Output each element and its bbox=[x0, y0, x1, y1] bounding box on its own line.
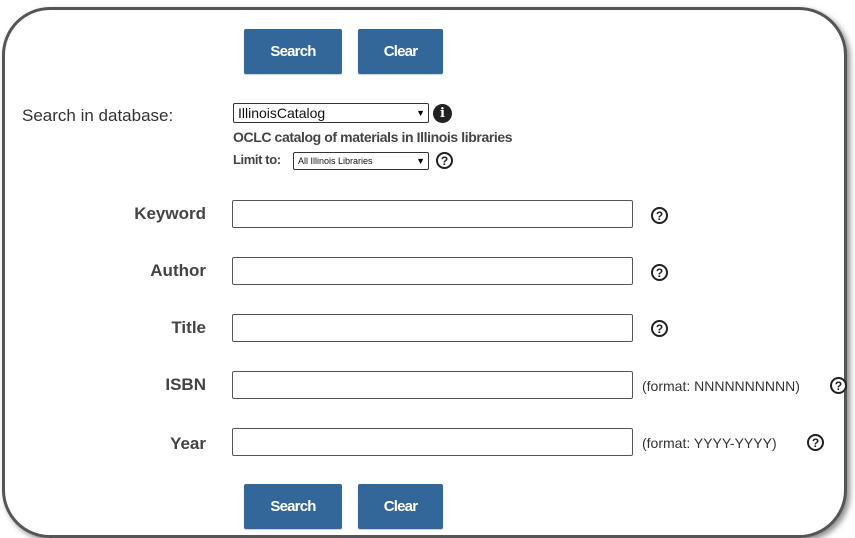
year-input[interactable] bbox=[232, 428, 633, 456]
title-input[interactable] bbox=[232, 314, 633, 342]
title-label: Title bbox=[171, 318, 206, 337]
clear-button-bottom[interactable]: Clear bbox=[358, 484, 443, 529]
keyword-input[interactable] bbox=[232, 200, 633, 228]
limit-label: Limit to: bbox=[233, 152, 281, 167]
isbn-label: ISBN bbox=[165, 375, 206, 394]
clear-button-top[interactable]: Clear bbox=[358, 29, 443, 74]
database-label: Search in database: bbox=[22, 106, 174, 125]
year-label: Year bbox=[170, 434, 206, 453]
search-button-bottom[interactable]: Search bbox=[244, 484, 342, 529]
limit-select-value: All Illinois Libraries bbox=[298, 156, 373, 166]
database-select-value: IllinoisCatalog bbox=[238, 105, 326, 121]
help-icon-year[interactable]: ? bbox=[807, 434, 824, 451]
keyword-label: Keyword bbox=[134, 204, 206, 223]
chevron-down-icon: ▼ bbox=[416, 156, 425, 166]
help-icon-isbn[interactable]: ? bbox=[830, 377, 847, 394]
author-label: Author bbox=[150, 261, 206, 280]
limit-select[interactable]: All Illinois Libraries ▼ bbox=[293, 152, 429, 170]
help-icon-author[interactable]: ? bbox=[651, 264, 668, 281]
database-description: OCLC catalog of materials in Illinois li… bbox=[233, 129, 513, 145]
year-format-hint: (format: YYYY-YYYY) bbox=[642, 435, 777, 451]
help-icon-keyword[interactable]: ? bbox=[651, 207, 668, 224]
search-button-top[interactable]: Search bbox=[244, 29, 342, 74]
chevron-down-icon: ▼ bbox=[416, 108, 425, 118]
isbn-input[interactable] bbox=[232, 371, 633, 399]
info-icon[interactable]: i bbox=[433, 104, 452, 123]
database-select[interactable]: IllinoisCatalog ▼ bbox=[233, 103, 429, 123]
isbn-format-hint: (format: NNNNNNNNNN) bbox=[642, 378, 800, 394]
help-icon-title[interactable]: ? bbox=[651, 320, 668, 337]
author-input[interactable] bbox=[232, 257, 633, 285]
help-icon-limit[interactable]: ? bbox=[436, 152, 453, 169]
